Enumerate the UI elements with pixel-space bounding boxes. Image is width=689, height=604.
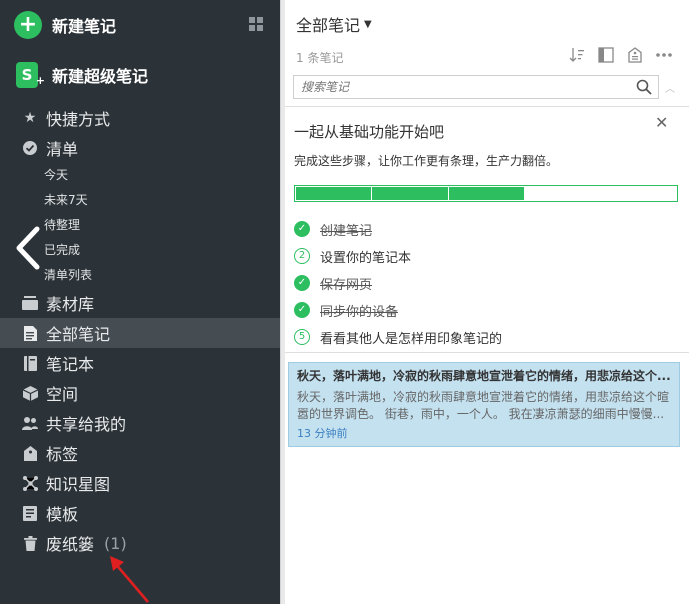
sidebar-item-label: 标签 — [46, 445, 79, 464]
onboarding-step-4[interactable]: ✓ 同步你的设备 — [294, 300, 398, 320]
check-icon: ✓ — [294, 275, 310, 291]
sidebar-item-label: 清单 — [46, 140, 79, 159]
note-title: 秋天，落叶满地，冷寂的秋雨肆意地宣泄着它的情绪，用悲凉给这个... — [297, 369, 671, 383]
sidebar-subitem-today[interactable]: 今天 — [44, 164, 68, 184]
template-icon — [22, 505, 38, 521]
progress-segment — [296, 187, 372, 200]
sidebar-item-spaces[interactable]: 空间 — [0, 378, 280, 408]
new-note-label: 新建笔记 — [52, 17, 117, 36]
new-super-note-label: 新建超级笔记 — [52, 67, 149, 86]
check-circle-icon — [22, 140, 38, 156]
progress-segment — [372, 187, 448, 200]
network-icon — [22, 475, 38, 491]
step-label: 设置你的笔记本 — [320, 250, 412, 266]
trash-icon — [22, 535, 38, 551]
sidebar-item-checklist[interactable]: 清单 — [0, 133, 280, 163]
sidebar-subitem-next7[interactable]: 未来7天 — [44, 189, 88, 209]
sidebar-item-label: 废纸篓 — [46, 535, 95, 554]
view-layout-icon[interactable] — [597, 46, 615, 64]
new-super-note-button[interactable]: S 新建超级笔记 — [16, 60, 149, 94]
notebook-icon — [22, 355, 38, 371]
sidebar-item-label: 空间 — [46, 385, 79, 404]
grid-icon[interactable] — [249, 17, 263, 31]
onboarding-step-2[interactable]: 2 设置你的笔记本 — [294, 246, 411, 266]
step-number-icon: 2 — [294, 248, 310, 264]
search-input[interactable] — [301, 80, 621, 94]
trash-count-badge: (1) — [104, 533, 127, 553]
sidebar-subitem-inbox[interactable]: 待整理 — [44, 214, 80, 234]
onboarding-step-1[interactable]: ✓ 创建笔记 — [294, 219, 372, 239]
super-note-icon: S — [16, 62, 45, 94]
sidebar-item-label: 全部笔记 — [46, 325, 111, 344]
onboarding-subtitle: 完成这些步骤，让你工作更有条理，生产力翻倍。 — [294, 154, 559, 168]
cube-icon — [22, 385, 38, 401]
star-icon: ★ — [23, 110, 37, 126]
divider — [285, 106, 689, 107]
sidebar-item-notebooks[interactable]: 笔记本 — [0, 348, 280, 378]
search-box — [293, 75, 659, 99]
onboarding-progress-bar — [294, 185, 678, 202]
onboarding-step-3[interactable]: ✓ 保存网页 — [294, 273, 372, 293]
stack-icon — [22, 295, 38, 311]
sidebar-item-mindmap[interactable]: 知识星图 — [0, 468, 280, 498]
sidebar-item-all-notes[interactable]: 全部笔记 — [0, 318, 280, 348]
list-toolbar — [557, 46, 673, 64]
progress-segment — [448, 187, 524, 200]
sidebar-item-label: 知识星图 — [46, 475, 111, 494]
sidebar-item-shared[interactable]: 共享给我的 — [0, 408, 280, 438]
people-icon — [22, 415, 38, 431]
note-list-title: 全部笔记 — [296, 16, 361, 35]
annotation-arrow-icon — [110, 556, 149, 603]
note-icon — [22, 325, 38, 341]
onboarding-title: 一起从基础功能开始吧 — [294, 123, 445, 141]
sidebar-subitem-list[interactable]: 清单列表 — [44, 264, 92, 284]
step-label: 看看其他人是怎样用印象笔记的 — [320, 331, 503, 347]
sidebar-item-label: 笔记本 — [46, 355, 95, 374]
note-list-panel: 全部笔记 ▼ 1 条笔记 ︿ 一起从基础功能开始吧 ✕ 完成这些步骤，让你工作更… — [285, 0, 689, 604]
note-list-item[interactable]: 秋天，落叶满地，冷寂的秋雨肆意地宣泄着它的情绪，用悲凉给这个... 秋天，落叶满… — [288, 362, 680, 447]
sidebar-item-label: 模板 — [46, 505, 79, 524]
caret-down-icon: ▼ — [364, 18, 372, 30]
new-note-button[interactable]: + 新建笔记 — [14, 10, 116, 40]
sidebar-item-templates[interactable]: 模板 — [0, 498, 280, 528]
step-label: 保存网页 — [320, 277, 373, 293]
step-label: 创建笔记 — [320, 223, 373, 239]
more-options-icon[interactable] — [655, 46, 673, 64]
check-icon: ✓ — [294, 302, 310, 318]
sidebar-item-shortcuts[interactable]: ★ 快捷方式 — [0, 103, 280, 133]
sort-icon[interactable] — [568, 46, 586, 64]
close-icon[interactable]: ✕ — [655, 113, 668, 132]
onboarding-step-5[interactable]: 5 看看其他人是怎样用印象笔记的 — [294, 327, 502, 347]
search-icon[interactable] — [636, 79, 652, 95]
step-label: 同步你的设备 — [320, 304, 399, 320]
sidebar-item-library[interactable]: 素材库 — [0, 288, 280, 318]
divider — [285, 352, 689, 353]
note-list-title-dropdown[interactable]: 全部笔记 ▼ — [296, 12, 372, 36]
sidebar-item-label: 共享给我的 — [46, 415, 127, 434]
sidebar-subitem-completed[interactable]: 已完成 — [44, 239, 80, 259]
plus-icon: + — [14, 11, 42, 39]
step-number-icon: 5 — [294, 329, 310, 345]
tag-filter-icon[interactable] — [626, 46, 644, 64]
sidebar: + 新建笔记 S 新建超级笔记 ★ 快捷方式 清单 今天 未来7天 待整理 已完… — [0, 0, 280, 604]
note-count: 1 条笔记 — [296, 51, 344, 65]
tag-icon — [22, 445, 38, 461]
check-icon: ✓ — [294, 221, 310, 237]
sidebar-item-label: 素材库 — [46, 295, 95, 314]
note-snippet: 秋天，落叶满地，冷寂的秋雨肆意地宣泄着它的情绪，用悲凉给这个暄嚣的世界调色。 街… — [297, 390, 670, 421]
chevron-left-icon[interactable] — [13, 226, 43, 270]
note-timestamp: 13 分钟前 — [297, 427, 348, 440]
scroll-up-icon[interactable]: ︿ — [665, 80, 675, 95]
sidebar-item-label: 快捷方式 — [46, 110, 111, 129]
sidebar-item-tags[interactable]: 标签 — [0, 438, 280, 468]
